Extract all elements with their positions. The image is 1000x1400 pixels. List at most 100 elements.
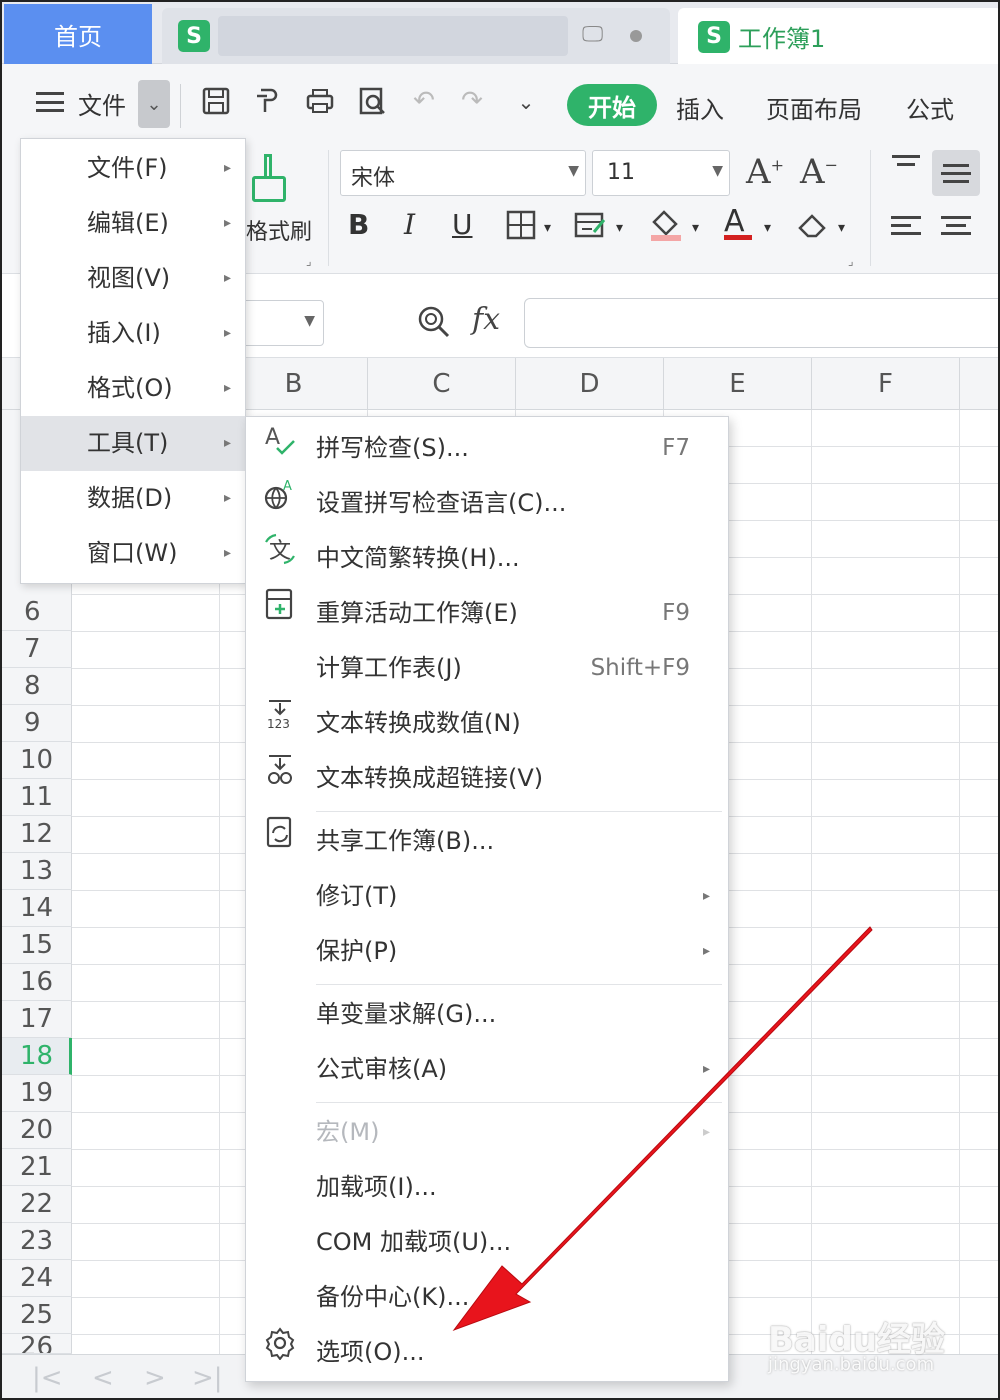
menu-item-text-to-number[interactable]: 123 文本转换成数值(N) (246, 696, 728, 751)
menu-item-spellcheck[interactable]: A 拼写检查(S)... F7 (246, 421, 728, 476)
row-header[interactable]: 15 (2, 927, 72, 964)
menu-item-chinese-convert[interactable]: 文 中文简繁转换(H)... (246, 531, 728, 586)
menu-item-protect[interactable]: 保护(P) ▸ (246, 924, 728, 979)
tab-home[interactable]: 首页 (4, 4, 152, 64)
tab-page-layout[interactable]: 页面布局 (766, 90, 862, 125)
file-menu-button[interactable]: 文件 (78, 86, 126, 121)
tab-start[interactable]: 开始 (567, 84, 657, 126)
menu-item-text-to-link[interactable]: 文本转换成超链接(V) (246, 751, 728, 806)
row-header[interactable]: 11 (2, 779, 72, 816)
row-header[interactable]: 9 (2, 705, 72, 742)
menu-item-spell-language[interactable]: A 设置拼写检查语言(C)... (246, 476, 728, 531)
tab-insert[interactable]: 插入 (676, 90, 724, 125)
menu-item-com-addins[interactable]: COM 加载项(U)... (246, 1215, 728, 1270)
next-sheet-icon[interactable]: > (144, 1363, 166, 1393)
row-header[interactable]: 21 (2, 1149, 72, 1186)
align-middle-icon[interactable] (932, 150, 980, 196)
column-header[interactable]: E (664, 358, 812, 410)
format-painter-label[interactable]: 格式刷 (246, 214, 312, 246)
font-size-select[interactable]: 11 ▼ (592, 150, 730, 196)
menu-item-backup-center[interactable]: 备份中心(K)... (246, 1270, 728, 1325)
column-header[interactable]: D (516, 358, 664, 410)
row-header-active[interactable]: 18 (2, 1038, 72, 1075)
save-icon[interactable] (198, 86, 234, 123)
insert-function-button[interactable]: fx (472, 302, 500, 337)
underline-button[interactable]: U (452, 208, 473, 241)
menu-item-view[interactable]: 视图(V) ▸ (21, 251, 245, 306)
previous-sheet-icon[interactable]: < (92, 1363, 114, 1393)
row-header[interactable]: 19 (2, 1075, 72, 1112)
menu-item-formula-auditing[interactable]: 公式审核(A) ▸ (246, 1042, 728, 1097)
row-header[interactable]: 25 (2, 1297, 72, 1334)
menu-item-calculate-sheet[interactable]: 计算工作表(J) Shift+F9 (246, 641, 728, 696)
tab-document-1[interactable]: S 🖵 (162, 8, 670, 64)
formula-input[interactable] (524, 298, 998, 348)
chevron-down-icon[interactable]: ▾ (692, 220, 699, 236)
format-painter-icon[interactable] (250, 86, 286, 123)
menu-item-format[interactable]: 格式(O) ▸ (21, 361, 245, 416)
column-header[interactable]: F (812, 358, 960, 410)
row-header[interactable]: 7 (2, 631, 72, 668)
chevron-down-icon[interactable]: ⌄ (138, 80, 170, 128)
borders-icon[interactable] (506, 210, 538, 247)
chevron-down-icon[interactable]: ▾ (616, 220, 623, 236)
row-header[interactable]: 10 (2, 742, 72, 779)
fill-color-icon[interactable] (648, 208, 684, 249)
chevron-down-icon[interactable]: ▾ (838, 220, 845, 236)
group-launcher-icon[interactable]: ⌟ (306, 254, 312, 268)
align-center-icon[interactable] (932, 202, 980, 248)
menu-item-data[interactable]: 数据(D) ▸ (21, 471, 245, 526)
redo-icon[interactable]: ↷ (454, 86, 490, 116)
zoom-search-icon[interactable] (416, 304, 452, 348)
row-header[interactable]: 14 (2, 890, 72, 927)
row-header[interactable]: 17 (2, 1001, 72, 1038)
customize-toolbar-icon[interactable]: ⌄ (508, 90, 544, 114)
menu-item-recalculate[interactable]: 重算活动工作簿(E) F9 (246, 586, 728, 641)
row-header[interactable]: 12 (2, 816, 72, 853)
menu-item-addins[interactable]: 加载项(I)... (246, 1160, 728, 1215)
recalculate-icon (262, 586, 298, 641)
align-top-icon[interactable] (882, 146, 930, 192)
cell-format-icon[interactable] (574, 210, 608, 247)
column-header[interactable]: C (368, 358, 516, 410)
chevron-down-icon[interactable]: ▾ (544, 220, 551, 236)
font-name-select[interactable]: 宋体 ▼ (340, 150, 586, 196)
tab-document-2[interactable]: S 工作簿1 (678, 8, 998, 65)
row-header[interactable]: 8 (2, 668, 72, 705)
menu-item-edit[interactable]: 编辑(E) ▸ (21, 196, 245, 251)
undo-icon[interactable]: ↶ (406, 86, 442, 116)
menu-item-goal-seek[interactable]: 单变量求解(G)... (246, 987, 728, 1042)
format-brush-icon[interactable] (248, 154, 288, 204)
menu-item-window[interactable]: 窗口(W) ▸ (21, 526, 245, 581)
row-header[interactable]: 26 (2, 1334, 72, 1354)
row-header[interactable]: 23 (2, 1223, 72, 1260)
menu-item-tools[interactable]: 工具(T) ▸ (21, 416, 245, 471)
row-header[interactable]: 16 (2, 964, 72, 1001)
chinese-convert-icon: 文 (262, 531, 298, 586)
last-sheet-icon[interactable]: >| (192, 1363, 223, 1393)
italic-button[interactable]: I (404, 208, 415, 241)
row-header[interactable]: 13 (2, 853, 72, 890)
menu-item-revisions[interactable]: 修订(T) ▸ (246, 869, 728, 924)
row-header[interactable]: 22 (2, 1186, 72, 1223)
menu-item-file[interactable]: 文件(F) ▸ (21, 141, 245, 196)
align-left-icon[interactable] (882, 202, 930, 248)
print-icon[interactable] (302, 86, 338, 123)
font-color-icon[interactable]: A (724, 204, 752, 240)
shrink-font-icon[interactable]: A− (800, 152, 838, 192)
row-header[interactable]: 6 (2, 594, 72, 631)
menu-item-options[interactable]: 选项(O)... (246, 1325, 728, 1380)
hamburger-menu-icon[interactable] (36, 92, 64, 112)
grow-font-icon[interactable]: A+ (746, 152, 784, 192)
eraser-icon[interactable] (796, 210, 830, 247)
print-preview-icon[interactable] (354, 86, 390, 123)
row-header[interactable]: 24 (2, 1260, 72, 1297)
tab-formulas[interactable]: 公式 (906, 90, 954, 125)
bold-button[interactable]: B (348, 208, 369, 241)
menu-item-insert[interactable]: 插入(I) ▸ (21, 306, 245, 361)
group-launcher-icon[interactable]: ⌟ (848, 254, 854, 268)
first-sheet-icon[interactable]: |< (32, 1363, 63, 1393)
row-header[interactable]: 20 (2, 1112, 72, 1149)
chevron-down-icon[interactable]: ▾ (764, 220, 771, 236)
menu-item-share-workbook[interactable]: 共享工作簿(B)... (246, 814, 728, 869)
